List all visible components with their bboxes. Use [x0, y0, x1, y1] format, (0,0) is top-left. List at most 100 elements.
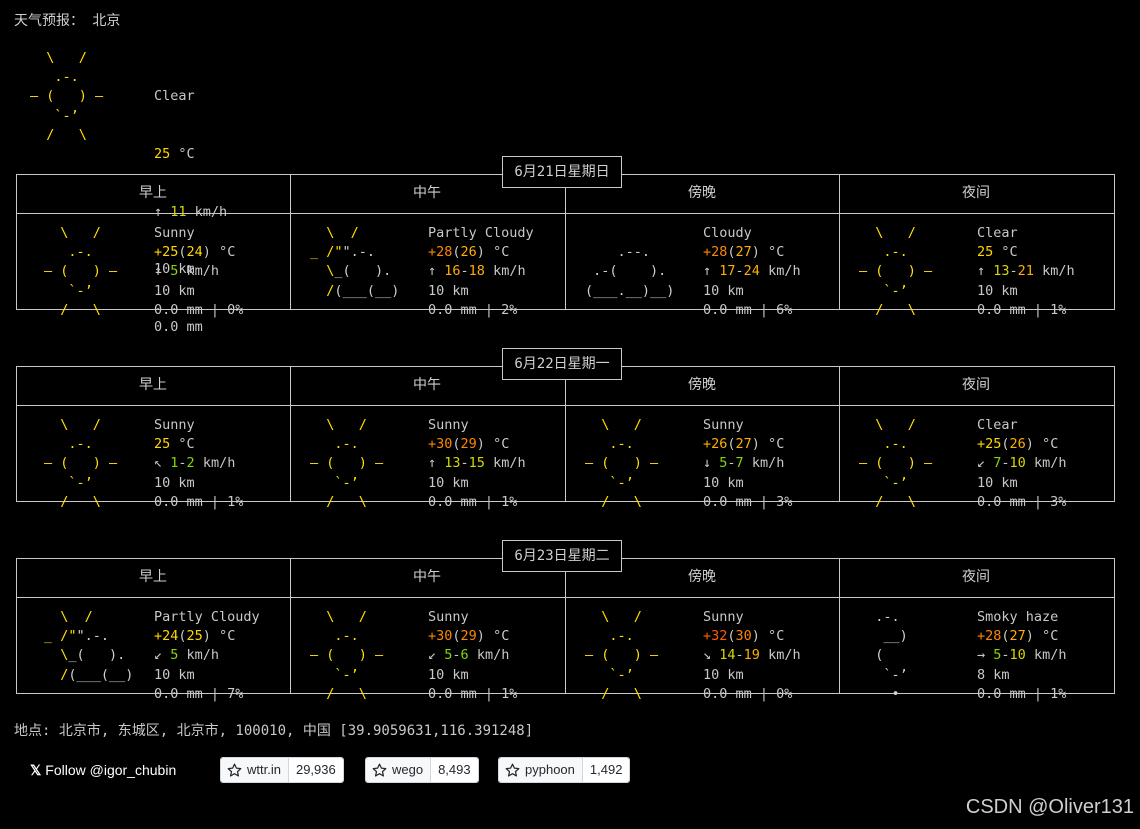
- condition: Sunny: [428, 609, 469, 625]
- weather-art: \ / .-. ― ( ) ― `-’ / \: [585, 609, 659, 702]
- weather-art: .-. __) ( `-’ •: [875, 609, 908, 702]
- wind: ↙ 5 km/h: [154, 647, 220, 664]
- watermark: CSDN @Oliver131: [965, 796, 1134, 818]
- x-logo-icon: 𝕏: [30, 762, 42, 778]
- condition: Sunny: [703, 609, 744, 625]
- temperature: +30(29) °C: [428, 436, 510, 453]
- star-count: 8,493: [430, 758, 478, 782]
- forecast-info: Sunny +32(30) °C ↘ 14-19 km/h 10 km 0.0 mm |…: [703, 608, 801, 704]
- precipitation: 0.0 mm | 3%: [703, 493, 793, 510]
- forecast-info: Sunny +30(29) °C ↑ 13-15 km/h 10 km 0.0 mm |…: [428, 416, 526, 512]
- precipitation: 0.0 mm | 1%: [154, 493, 244, 510]
- condition: Sunny: [154, 225, 195, 241]
- forecast-info: Sunny +30(29) °C ↙ 5-6 km/h 10 km 0.0 mm | 1…: [428, 608, 517, 704]
- visibility: 10 km: [428, 666, 469, 683]
- wind: → 5-10 km/h: [977, 647, 1067, 664]
- wind: ↓ 5-7 km/h: [703, 455, 785, 472]
- condition: Clear: [977, 225, 1018, 241]
- star-count: 1,492: [581, 758, 630, 782]
- forecast-info: Partly Cloudy +24(25) °C ↙ 5 km/h 10 km 0.0 …: [154, 608, 260, 704]
- day-panel: 6月21日星期日 早上 中午 傍晚 夜间 \ / .-. ― ( ) ― `-’ / \…: [16, 156, 1115, 318]
- visibility: 10 km: [154, 474, 195, 491]
- location-line: 地点: 北京市, 东城区, 北京市, 100010, 中国 [39.905963…: [14, 723, 534, 739]
- temperature: +28(27) °C: [703, 244, 785, 261]
- wind: ↙ 7-10 km/h: [977, 455, 1067, 472]
- star-icon: [505, 763, 520, 777]
- condition: Cloudy: [703, 225, 752, 241]
- temperature: +24(25) °C: [154, 628, 236, 645]
- visibility: 10 km: [154, 282, 195, 299]
- period-label: 夜间: [962, 185, 990, 201]
- condition: Sunny: [428, 417, 469, 433]
- temperature: +28(26) °C: [428, 244, 510, 261]
- precipitation: 0.0 mm | 7%: [154, 685, 244, 702]
- forecast-info: Sunny +25(24) °C ↑ 5 km/h 10 km 0.0 mm | 0%: [154, 224, 243, 320]
- precipitation: 0.0 mm | 1%: [977, 301, 1067, 318]
- weather-art: \ / _ /"".-. \_( ). /(___(__): [44, 609, 142, 683]
- temperature: +25(24) °C: [154, 244, 236, 261]
- wind: ↑ 16-18 km/h: [428, 263, 526, 280]
- precipitation: 0.0 mm | 1%: [428, 685, 518, 702]
- condition: Partly Cloudy: [428, 225, 534, 241]
- period-label: 傍晚: [688, 377, 716, 393]
- current-condition: Clear: [154, 88, 195, 105]
- condition: Partly Cloudy: [154, 609, 260, 625]
- condition: Smoky haze: [977, 609, 1059, 625]
- page-title: 天气预报： 北京: [14, 13, 121, 29]
- condition: Sunny: [703, 417, 744, 433]
- weather-art: \ / .-. ― ( ) ― `-’ / \: [44, 225, 118, 318]
- period-label: 傍晚: [688, 569, 716, 585]
- wind: ↑ 17-24 km/h: [703, 263, 801, 280]
- github-star-wego[interactable]: wego 8,493: [365, 757, 479, 783]
- period-label: 中午: [413, 569, 441, 585]
- star-count: 29,936: [287, 758, 343, 782]
- visibility: 10 km: [703, 282, 744, 299]
- temperature: 25 °C: [154, 436, 195, 453]
- period-label: 中午: [413, 377, 441, 393]
- weather-art: \ / .-. ― ( ) ― `-’ / \: [310, 417, 384, 510]
- star-icon: [227, 763, 242, 777]
- visibility: 10 km: [428, 282, 469, 299]
- day-panel: 6月23日星期二 早上 中午 傍晚 夜间 \ / _ /"".-. \_( ). /(_…: [16, 540, 1115, 702]
- precipitation: 0.0 mm | 1%: [977, 685, 1067, 702]
- forecast-info: Cloudy +28(27) °C ↑ 17-24 km/h 10 km 0.0 mm …: [703, 224, 801, 320]
- forecast-info: Sunny +26(27) °C ↓ 5-7 km/h 10 km 0.0 mm | 3…: [703, 416, 792, 512]
- github-star-wttr[interactable]: wttr.in 29,936: [220, 757, 344, 783]
- weather-art: \ / _ /"".-. \_( ). /(___(__): [310, 225, 408, 299]
- wind: ↖ 1-2 km/h: [154, 455, 236, 472]
- wind: ↑ 5 km/h: [154, 263, 220, 280]
- wind: ↑ 13-21 km/h: [977, 263, 1075, 280]
- period-label: 中午: [413, 185, 441, 201]
- weather-art: \ / .-. ― ( ) ― `-’ / \: [859, 225, 933, 318]
- precipitation: 0.0 mm | 3%: [977, 493, 1067, 510]
- period-label: 夜间: [962, 377, 990, 393]
- visibility: 10 km: [977, 474, 1018, 491]
- period-label: 早上: [139, 377, 167, 393]
- forecast-info: Partly Cloudy +28(26) °C ↑ 16-18 km/h 10 km…: [428, 224, 534, 320]
- wind: ↑ 13-15 km/h: [428, 455, 526, 472]
- visibility: 8 km: [977, 666, 1010, 683]
- weather-art: \ / .-. ― ( ) ― `-’ / \: [585, 417, 659, 510]
- temperature: +25(26) °C: [977, 436, 1059, 453]
- forecast-info: Sunny 25 °C ↖ 1-2 km/h 10 km 0.0 mm | 1%: [154, 416, 243, 512]
- precipitation: 0.0 mm | 0%: [703, 685, 793, 702]
- github-star-pyphoon[interactable]: pyphoon 1,492: [498, 757, 631, 783]
- weather-art: .--. .-( ). (___.__)__): [585, 244, 675, 299]
- weather-art: \ / .-. ― ( ) ― `-’ / \: [310, 609, 384, 702]
- period-label: 傍晚: [688, 185, 716, 201]
- period-label: 夜间: [962, 569, 990, 585]
- current-precipitation: 0.0 mm: [154, 318, 203, 335]
- wind: ↙ 5-6 km/h: [428, 647, 510, 664]
- temperature: +30(29) °C: [428, 628, 510, 645]
- temperature: +26(27) °C: [703, 436, 785, 453]
- precipitation: 0.0 mm | 6%: [703, 301, 793, 318]
- precipitation: 0.0 mm | 2%: [428, 301, 518, 318]
- follow-button[interactable]: 𝕏 Follow @igor_chubin: [30, 762, 176, 779]
- period-label: 早上: [139, 569, 167, 585]
- temperature: +28(27) °C: [977, 628, 1059, 645]
- visibility: 10 km: [428, 474, 469, 491]
- visibility: 10 km: [703, 474, 744, 491]
- condition: Sunny: [154, 417, 195, 433]
- visibility: 10 km: [154, 666, 195, 683]
- forecast-info: Clear +25(26) °C ↙ 7-10 km/h 10 km 0.0 mm | …: [977, 416, 1066, 512]
